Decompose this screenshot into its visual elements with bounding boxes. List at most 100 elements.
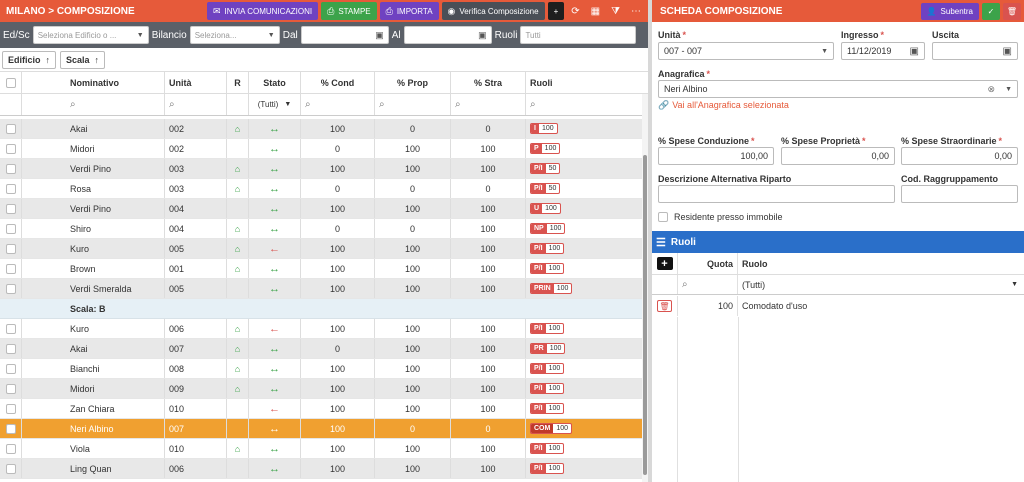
- row-checkbox[interactable]: [0, 459, 22, 478]
- anagrafica-select[interactable]: Neri Albino ⊗ ▼: [658, 80, 1018, 98]
- table-row[interactable]: Akai 007 ⌂ ↔ 0 100 100 PR 100: [0, 339, 642, 359]
- table-row[interactable]: Zan Chiara 010 ← 100 100 100 P/I 100: [0, 399, 642, 419]
- row-checkbox[interactable]: [0, 419, 22, 438]
- row-checkbox[interactable]: [0, 339, 22, 358]
- verifica-composizione-button[interactable]: ◉ Verifica Composizione: [441, 2, 545, 20]
- subentra-button[interactable]: 👤 Subentra: [920, 2, 979, 20]
- ruolo-filter-select[interactable]: (Tutti) ▼: [738, 275, 1024, 294]
- descrizione-riparto-input[interactable]: [658, 185, 895, 203]
- group-chip-edificio[interactable]: Edificio ↑: [2, 50, 57, 69]
- unita-select[interactable]: 007 - 007 ▼: [658, 42, 834, 60]
- add-ruolo-button[interactable]: +: [656, 257, 673, 270]
- arrow-both-icon: ↔: [269, 142, 280, 155]
- spese-straordinarie-input[interactable]: 0,00: [901, 147, 1018, 165]
- table-row[interactable]: Ling Quan 006 ↔ 100 100 100 P/I 100: [0, 459, 642, 479]
- stampe-button[interactable]: ⎙ STAMPE: [321, 2, 377, 20]
- importa-button[interactable]: ⎙ IMPORTA: [379, 2, 439, 20]
- cell-nominativo: Viola: [22, 439, 165, 458]
- search-quota[interactable]: ⌕: [678, 275, 738, 294]
- spese-proprieta-input[interactable]: 0,00: [781, 147, 895, 165]
- vai-anagrafica-link[interactable]: 🔗 Vai all'Anagrafica selezionata: [658, 100, 789, 111]
- table-row[interactable]: Verdi Pino 003 ⌂ ↔ 100 100 100 P/I 50: [0, 159, 642, 179]
- cell-cond: 100: [301, 359, 375, 378]
- stato-filter-select[interactable]: (Tutti) ▼: [249, 94, 301, 115]
- table-row[interactable]: Kuro 006 ⌂ ← 100 100 100 P/I 100: [0, 319, 642, 339]
- table-row[interactable]: Rosa 003 ⌂ ↔ 0 0 0 P/I 50: [0, 179, 642, 199]
- table-row[interactable]: Shiro 004 ⌂ ↔ 0 0 100 NP 100: [0, 219, 642, 239]
- ruolo-badge: COM 100: [530, 423, 573, 434]
- row-checkbox[interactable]: [0, 359, 22, 378]
- table-row[interactable]: Brown 001 ⌂ ↔ 100 100 100 P/I 100: [0, 259, 642, 279]
- table-row[interactable]: Midori 009 ⌂ ↔ 100 100 100 P/I 100: [0, 379, 642, 399]
- save-button[interactable]: ✓: [982, 2, 1000, 20]
- col-quota[interactable]: Quota: [678, 253, 738, 274]
- more-button[interactable]: ⋯: [627, 2, 645, 20]
- row-checkbox[interactable]: [0, 219, 22, 238]
- cell-prop: 100: [375, 239, 451, 258]
- col-nominativo[interactable]: Nominativo: [22, 72, 165, 93]
- search-cond[interactable]: ⌕: [301, 94, 375, 115]
- ruolo-badge: I 100: [530, 123, 558, 134]
- row-checkbox[interactable]: [0, 439, 22, 458]
- col-ruoli[interactable]: Ruoli: [526, 72, 640, 93]
- col-unita[interactable]: Unità: [165, 72, 227, 93]
- col-stra[interactable]: % Stra: [451, 72, 526, 93]
- row-checkbox[interactable]: [0, 199, 22, 218]
- grid-button[interactable]: ▦: [587, 2, 604, 20]
- residente-checkbox[interactable]: Residente presso immobile: [658, 212, 783, 222]
- col-cond[interactable]: % Cond: [301, 72, 375, 93]
- clear-icon[interactable]: ⊗: [987, 84, 995, 95]
- row-checkbox[interactable]: [0, 179, 22, 198]
- row-checkbox[interactable]: [0, 139, 22, 158]
- table-row[interactable]: Verdi Smeralda 005 ↔ 100 100 100 PRIN 100: [0, 279, 642, 299]
- table-row[interactable]: Bianchi 008 ⌂ ↔ 100 100 100 P/I 100: [0, 359, 642, 379]
- ingresso-date-input[interactable]: 11/12/2019 ▣: [841, 42, 925, 60]
- row-checkbox[interactable]: [0, 119, 22, 138]
- add-button[interactable]: +: [547, 2, 565, 20]
- row-checkbox[interactable]: [0, 159, 22, 178]
- al-date-input[interactable]: ▣: [403, 26, 492, 44]
- group-row-scala[interactable]: Scala: B: [0, 299, 642, 319]
- col-stato[interactable]: Stato: [249, 72, 301, 93]
- ruoli-row[interactable]: 🗑 100 Comodato d'uso: [652, 296, 1024, 316]
- table-row[interactable]: Midori 002 ↔ 0 100 100 P 100: [0, 139, 642, 159]
- row-checkbox[interactable]: [0, 379, 22, 398]
- dal-date-input[interactable]: ▣: [300, 26, 389, 44]
- table-row[interactable]: Kuro 005 ⌂ ← 100 100 100 P/I 100: [0, 239, 642, 259]
- table-row[interactable]: Verdi Pino 004 ↔ 100 100 100 U 100: [0, 199, 642, 219]
- bilancio-label: Bilancio: [151, 29, 187, 41]
- invia-comunicazioni-button[interactable]: ✉ INVIA COMUNICAZIONI: [207, 2, 319, 20]
- search-nominativo[interactable]: ⌕: [22, 94, 165, 115]
- search-ruoli[interactable]: ⌕: [526, 94, 640, 115]
- row-checkbox[interactable]: [0, 399, 22, 418]
- uscita-date-input[interactable]: ▣: [932, 42, 1018, 60]
- group-chip-scala[interactable]: Scala ↑: [60, 50, 106, 69]
- search-unita[interactable]: ⌕: [165, 94, 227, 115]
- edsc-select[interactable]: Seleziona Edificio o ... ▼: [32, 26, 149, 44]
- col-r[interactable]: R: [227, 72, 249, 93]
- select-all-checkbox[interactable]: [0, 72, 22, 93]
- filter-button[interactable]: ⧩: [607, 2, 624, 20]
- search-stra[interactable]: ⌕: [451, 94, 526, 115]
- ruoli-label: Ruoli: [494, 29, 518, 41]
- ruoli-input[interactable]: Tutti: [520, 26, 637, 44]
- row-checkbox[interactable]: [0, 259, 22, 278]
- row-checkbox[interactable]: [0, 319, 22, 338]
- table-row[interactable]: Viola 010 ⌂ ↔ 100 100 100 P/I 100: [0, 439, 642, 459]
- delete-button[interactable]: 🗑: [1003, 2, 1021, 20]
- refresh-icon: ⟳: [571, 5, 580, 17]
- row-checkbox[interactable]: [0, 279, 22, 298]
- refresh-button[interactable]: ⟳: [567, 2, 583, 20]
- cell-stra: 100: [451, 159, 526, 178]
- table-row[interactable]: Akai 002 ⌂ ↔ 100 0 0 I 100: [0, 119, 642, 139]
- bilancio-select[interactable]: Seleziona... ▼: [189, 26, 280, 44]
- row-checkbox[interactable]: [0, 239, 22, 258]
- col-prop[interactable]: % Prop: [375, 72, 451, 93]
- spese-conduzione-input[interactable]: 100,00: [658, 147, 774, 165]
- search-prop[interactable]: ⌕: [375, 94, 451, 115]
- delete-ruolo-icon[interactable]: 🗑: [657, 300, 672, 312]
- cod-raggruppamento-input[interactable]: [901, 185, 1018, 203]
- scrollbar-thumb[interactable]: [643, 155, 647, 475]
- table-row[interactable]: Neri Albino 007 ↔ 100 0 0 COM 100: [0, 419, 642, 439]
- col-ruolo[interactable]: Ruolo: [738, 253, 1024, 274]
